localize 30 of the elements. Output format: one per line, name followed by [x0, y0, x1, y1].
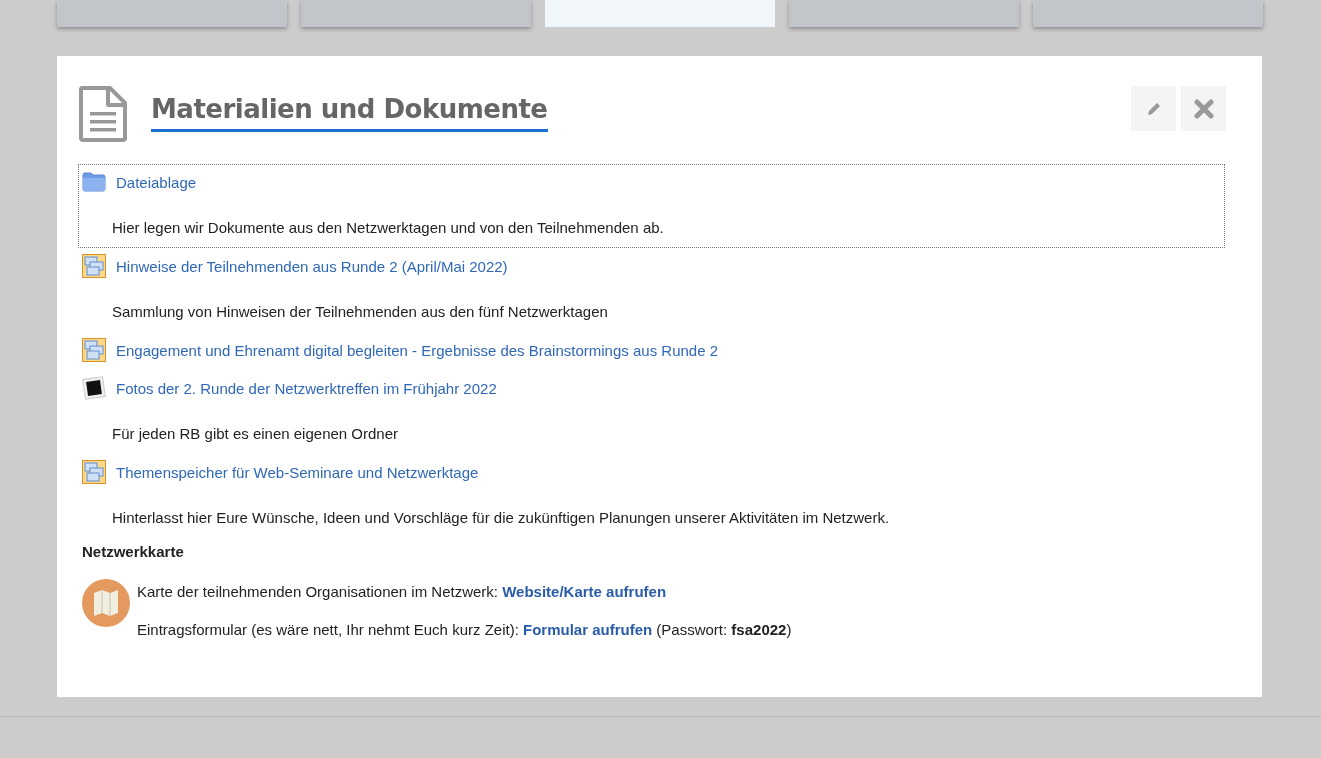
- tab[interactable]: [301, 0, 531, 27]
- item-description: Sammlung von Hinweisen der Teilnehmenden aus den fünf Netzwerktagen: [112, 303, 609, 320]
- text-link[interactable]: Website/Karte aufrufen: [502, 583, 667, 600]
- folder-icon: [82, 172, 106, 192]
- tab[interactable]: [789, 0, 1019, 27]
- windows-icon: [82, 460, 106, 484]
- item-link[interactable]: Dateiablage: [116, 173, 197, 191]
- map-text: Karte der teilnehmenden Organisationen im Netzwerk: Website/Karte aufrufen: [137, 583, 668, 600]
- item-description: Hinterlasst hier Eure Wünsche, Ideen und Vorschläge für die zukünftigen Planungen unserer Aktivitäten im Netzwerk.: [112, 509, 891, 526]
- text-link[interactable]: Formular aufrufen: [523, 621, 653, 638]
- edit-button[interactable]: [1131, 86, 1176, 131]
- item-description: Für jeden RB gibt es einen eigenen Ordner: [112, 425, 399, 442]
- map-text: Eintragsformular (es wäre nett, Ihr nehmt Euch kurz Zeit): Formular aufrufen (Passwort: fsa2022): [137, 621, 792, 638]
- tab[interactable]: [57, 0, 287, 27]
- item-description: Hier legen wir Dokumente aus den Netzwerktagen und von den Teilnehmenden ab.: [112, 219, 665, 236]
- map-icon: [82, 579, 130, 627]
- item-link[interactable]: Fotos der 2. Runde der Netzwerktreffen im Frühjahr 2022: [116, 379, 497, 397]
- item-link[interactable]: Engagement und Ehrenamt digital begleiten - Ergebnisse des Brainstormings aus Runde 2: [116, 341, 719, 359]
- section-heading: Netzwerkkarte: [82, 543, 185, 560]
- item-link[interactable]: Hinweise der Teilnehmenden aus Runde 2 (April/Mai 2022): [116, 257, 508, 275]
- tab[interactable]: [1033, 0, 1263, 27]
- document-icon: [78, 86, 128, 142]
- close-icon: [1193, 98, 1214, 119]
- windows-icon: [82, 254, 106, 278]
- tab[interactable]: [545, 0, 775, 27]
- windows-icon: [82, 338, 106, 362]
- close-button[interactable]: [1181, 86, 1226, 131]
- photo-icon: [82, 376, 106, 400]
- item-link[interactable]: Themenspeicher für Web-Seminare und Netzwerktage: [116, 463, 479, 481]
- card-title: Materialien und Dokumente: [151, 94, 548, 133]
